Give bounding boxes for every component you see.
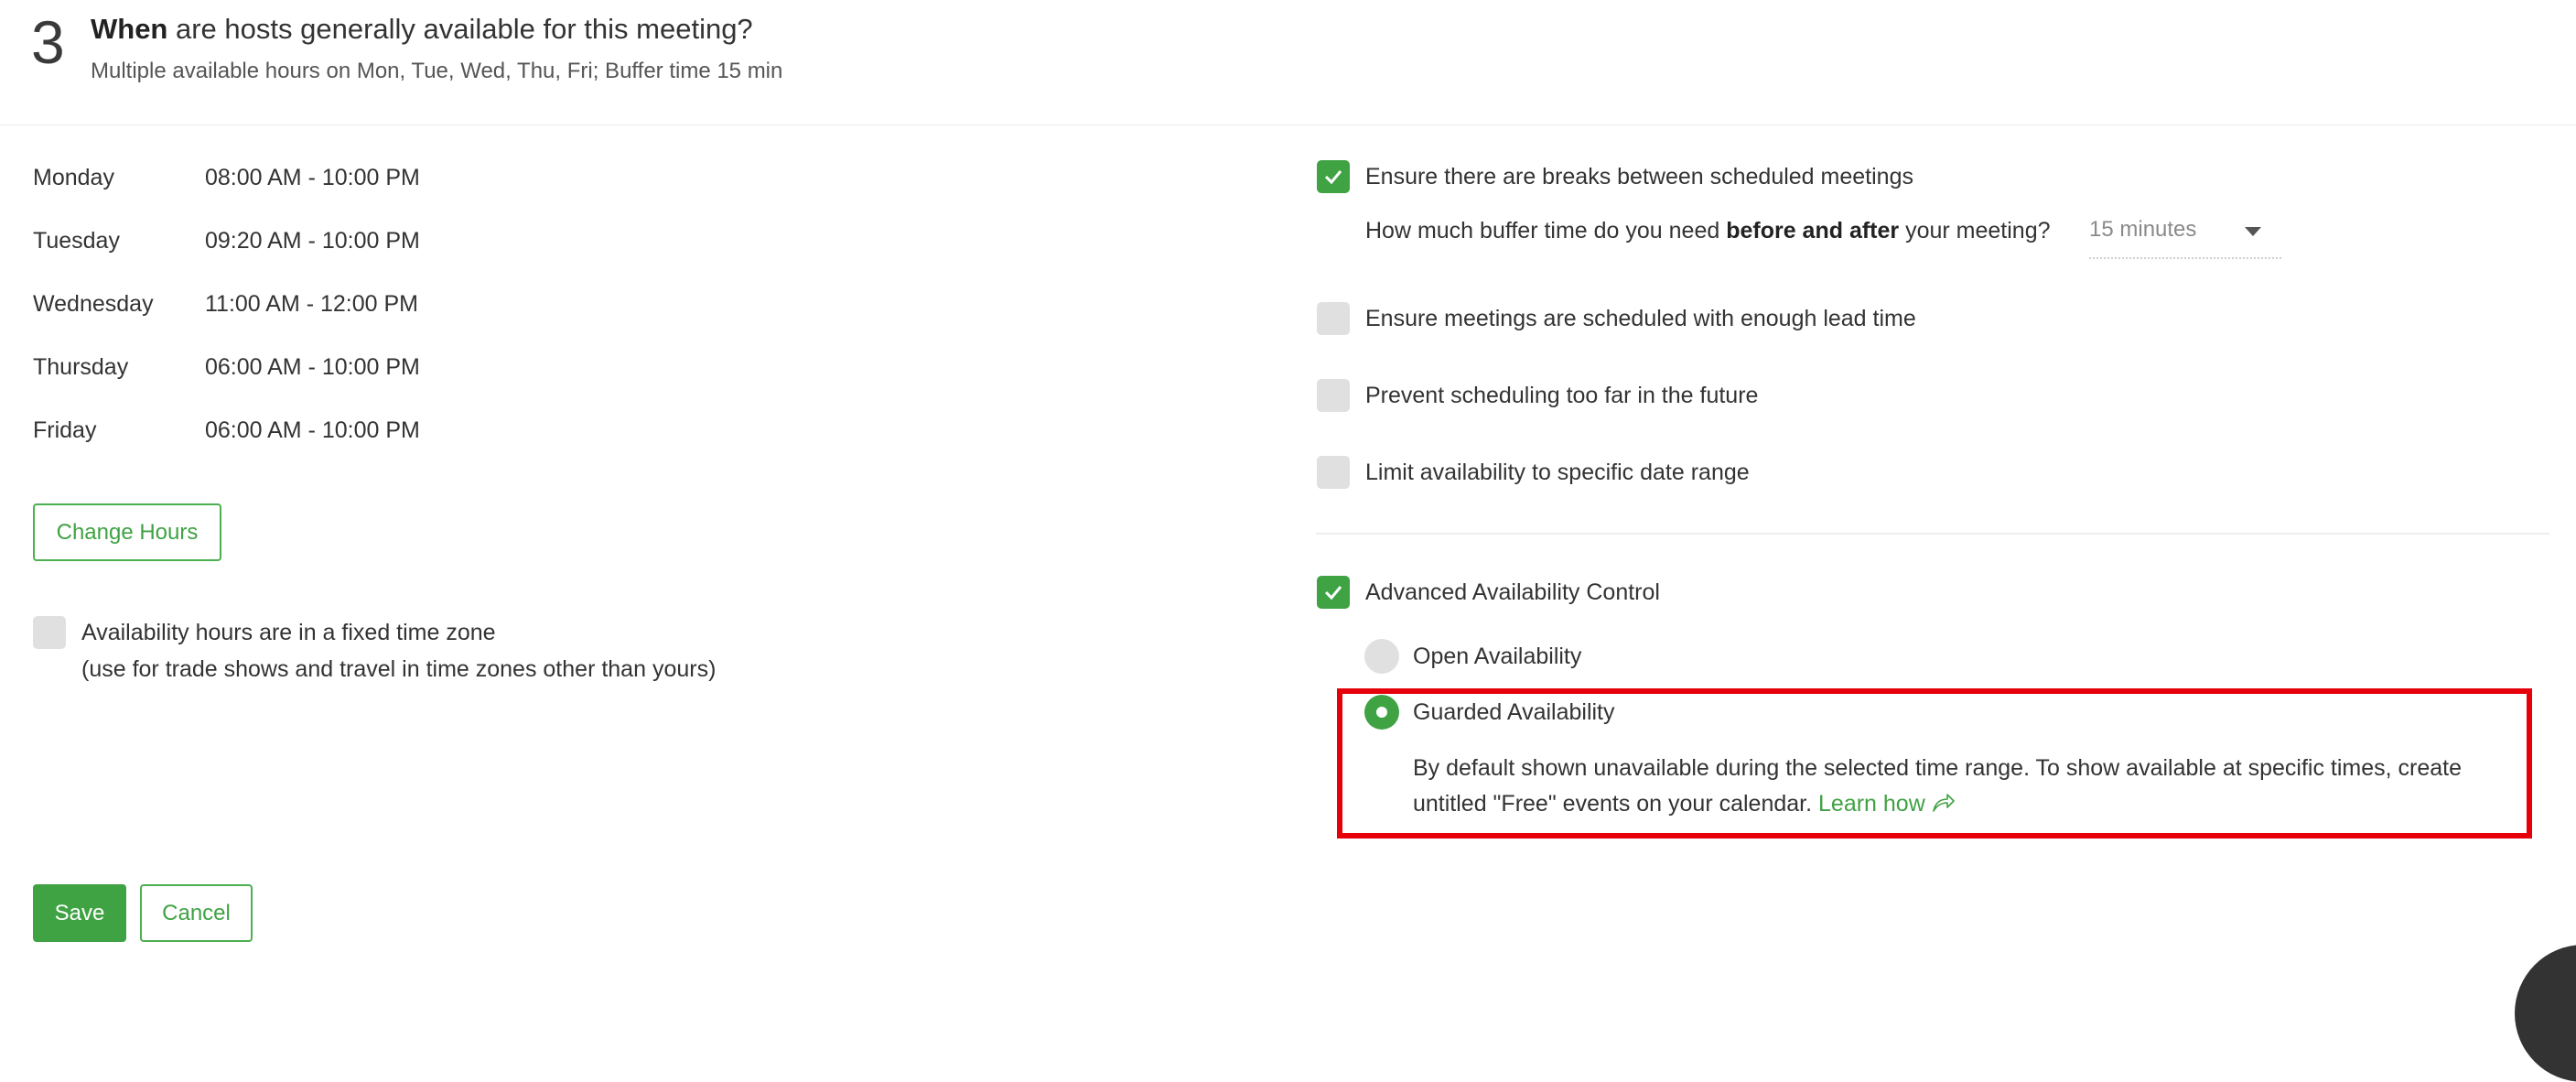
hours-time: 11:00 AM - 12:00 PM bbox=[205, 291, 418, 317]
learn-how-label: Learn how bbox=[1818, 791, 1925, 817]
section-title-bold: When bbox=[91, 13, 168, 45]
hours-day: Thursday bbox=[33, 354, 129, 380]
hours-day: Friday bbox=[33, 417, 97, 443]
future-limit-checkbox[interactable] bbox=[1317, 379, 1350, 412]
buffer-time-select[interactable]: 15 minutes bbox=[2089, 213, 2281, 259]
share-arrow-icon bbox=[1932, 794, 1955, 812]
fixed-timezone-checkbox[interactable] bbox=[33, 616, 66, 649]
buffer-question-bold: before and after bbox=[1726, 218, 1900, 243]
hours-day: Tuesday bbox=[33, 228, 120, 254]
buffer-question-suffix: your meeting? bbox=[1899, 218, 2051, 243]
date-range-checkbox[interactable] bbox=[1317, 456, 1350, 489]
breaks-label: Ensure there are breaks between schedule… bbox=[1365, 164, 1913, 189]
guarded-availability-description: By default shown unavailable during the … bbox=[1413, 751, 2511, 822]
buffer-time-value: 15 minutes bbox=[2089, 217, 2197, 242]
hours-time: 08:00 AM - 10:00 PM bbox=[205, 165, 420, 190]
options-divider bbox=[1316, 533, 2549, 535]
hours-day: Wednesday bbox=[33, 291, 154, 317]
fixed-timezone-label: Availability hours are in a fixed time z… bbox=[81, 620, 496, 645]
chat-widget-button[interactable] bbox=[2515, 945, 2576, 1082]
check-icon bbox=[1324, 586, 1342, 601]
cancel-button[interactable]: Cancel bbox=[140, 884, 253, 942]
check-icon bbox=[1324, 170, 1342, 185]
fixed-timezone-sublabel: (use for trade shows and travel in time … bbox=[81, 656, 717, 682]
guarded-availability-radio[interactable] bbox=[1364, 695, 1399, 730]
buffer-question: How much buffer time do you need before … bbox=[1365, 214, 2051, 247]
lead-time-label: Ensure meetings are scheduled with enoug… bbox=[1365, 306, 1916, 331]
chevron-down-icon bbox=[2245, 227, 2261, 236]
buffer-question-prefix: How much buffer time do you need bbox=[1365, 218, 1727, 243]
future-limit-label: Prevent scheduling too far in the future bbox=[1365, 383, 1759, 408]
section-title: When are hosts generally available for t… bbox=[91, 11, 753, 48]
learn-how-link[interactable]: Learn how bbox=[1818, 791, 1956, 817]
breaks-checkbox[interactable] bbox=[1317, 160, 1350, 193]
step-number: 3 bbox=[31, 8, 65, 76]
open-availability-label: Open Availability bbox=[1413, 644, 1582, 669]
section-title-rest: are hosts generally available for this m… bbox=[167, 13, 753, 45]
section-subtitle: Multiple available hours on Mon, Tue, We… bbox=[91, 59, 783, 83]
date-range-label: Limit availability to specific date rang… bbox=[1365, 460, 1750, 485]
advanced-availability-label: Advanced Availability Control bbox=[1365, 579, 1660, 605]
hours-time: 09:20 AM - 10:00 PM bbox=[205, 228, 420, 254]
advanced-availability-checkbox[interactable] bbox=[1317, 576, 1350, 609]
guarded-availability-label: Guarded Availability bbox=[1413, 699, 1615, 725]
hours-time: 06:00 AM - 10:00 PM bbox=[205, 417, 420, 443]
hours-day: Monday bbox=[33, 165, 114, 190]
open-availability-radio[interactable] bbox=[1364, 639, 1399, 674]
section-divider bbox=[0, 124, 2576, 125]
change-hours-button[interactable]: Change Hours bbox=[33, 503, 221, 561]
hours-time: 06:00 AM - 10:00 PM bbox=[205, 354, 420, 380]
lead-time-checkbox[interactable] bbox=[1317, 302, 1350, 335]
save-button[interactable]: Save bbox=[33, 884, 126, 942]
